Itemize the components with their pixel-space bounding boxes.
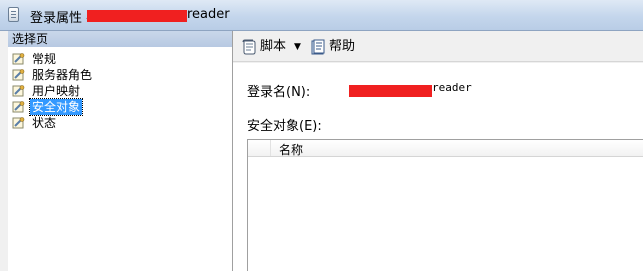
page-selector-header: 选择页: [8, 31, 232, 47]
window-title: 登录属性 -: [30, 11, 91, 26]
page-wrench-icon: [12, 53, 25, 65]
page-item-label: 安全对象: [28, 98, 84, 116]
securables-label: 安全对象(E):: [247, 119, 322, 134]
page-wrench-icon: [12, 117, 25, 129]
chevron-down-icon[interactable]: ▼: [294, 38, 301, 56]
redacted-login-value: [349, 85, 432, 97]
script-button[interactable]: 脚本 ▼: [241, 38, 301, 56]
grid-header: 名称: [248, 140, 643, 157]
page-item-status[interactable]: 状态: [12, 115, 94, 131]
page-item-general[interactable]: 常规: [12, 51, 94, 67]
grid-row-header-corner: [248, 140, 271, 156]
help-button[interactable]: 帮助: [310, 38, 355, 56]
page-item-label: 用户映射: [32, 84, 81, 98]
app-icon: [8, 7, 19, 22]
page-item-user-mapping[interactable]: 用户映射: [12, 83, 94, 99]
main-panel: 脚本 ▼ 帮助 登录名(N): reader 安全对象(E): 名称: [233, 31, 643, 271]
window-title-suffix: reader: [187, 7, 230, 22]
help-icon: [311, 39, 325, 55]
page-item-server-roles[interactable]: 服务器角色: [12, 67, 94, 83]
window-titlebar[interactable]: 登录属性 - reader: [0, 0, 643, 31]
help-button-label: 帮助: [329, 39, 356, 54]
page-item-label: 状态: [32, 116, 57, 130]
page-item-label: 服务器角色: [32, 68, 93, 82]
script-icon: [242, 39, 256, 55]
page-wrench-icon: [12, 69, 25, 81]
redacted-login-name: [87, 10, 187, 22]
script-button-label: 脚本: [260, 39, 287, 54]
login-name-value[interactable]: reader: [432, 81, 472, 94]
login-name-label: 登录名(N):: [247, 85, 311, 100]
page-list: 常规 服务器角色 用户映射 安全对象 状态: [12, 51, 94, 131]
securables-grid[interactable]: 名称: [247, 139, 643, 271]
page-item-label: 常规: [32, 52, 57, 66]
page-wrench-icon: [12, 101, 25, 113]
page-item-securables[interactable]: 安全对象: [12, 98, 94, 116]
page-wrench-icon: [12, 85, 25, 97]
toolbar: 脚本 ▼ 帮助: [233, 31, 643, 62]
page-selector-panel: 选择页 常规 服务器角色 用户映射 安全对象 状态: [8, 31, 233, 271]
grid-column-name[interactable]: 名称: [279, 141, 303, 158]
